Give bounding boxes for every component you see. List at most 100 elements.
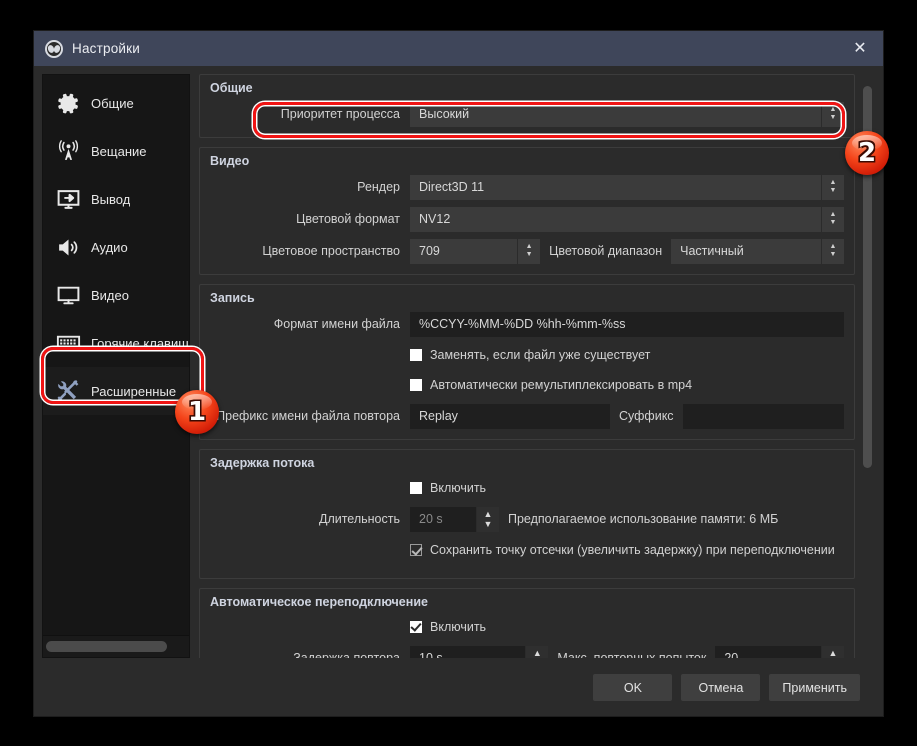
keyboard-icon: [55, 330, 81, 356]
row-color-format: Цветовой формат NV12 ▲ ▼: [210, 206, 844, 232]
auto-reconnect-enable-checkbox[interactable]: [410, 621, 422, 633]
row-overwrite: Заменять, если файл уже существует: [210, 343, 844, 367]
sidebar-item-advanced[interactable]: Расширенные: [43, 367, 189, 415]
row-auto-remux: Автоматически ремультиплексировать в mp4: [210, 373, 844, 397]
sidebar-item-label: Вывод: [91, 191, 131, 207]
row-process-priority: Приоритет процесса Высокий ▲ ▼: [210, 101, 844, 127]
max-retries-input[interactable]: 20: [715, 645, 821, 658]
monitor-arrow-icon: [55, 186, 81, 212]
auto-remux-label: Автоматически ремультиплексировать в mp4: [430, 378, 693, 392]
group-title: Общие: [210, 81, 253, 95]
cancel-button[interactable]: Отмена: [681, 674, 761, 701]
settings-main-pane: Общие Приоритет процесса Высокий ▲ ▼ Виде…: [199, 74, 859, 658]
process-priority-dropdown-arrows[interactable]: ▲ ▼: [822, 101, 844, 127]
sidebar-item-label: Горячие клавиш: [91, 335, 189, 351]
row-filename-format: Формат имени файла %CCYY-%MM-%DD %hh-%mm…: [210, 311, 844, 337]
filename-format-input[interactable]: %CCYY-%MM-%DD %hh-%mm-%ss: [410, 311, 844, 337]
window-title: Настройки: [72, 41, 140, 56]
stream-delay-duration-input[interactable]: 20 s: [410, 506, 476, 532]
row-renderer: Рендер Direct3D 11 ▲ ▼: [210, 174, 844, 200]
color-space-select[interactable]: 709: [410, 238, 518, 264]
sidebar-item-label: Вещание: [91, 143, 147, 159]
overwrite-label: Заменять, если файл уже существует: [430, 348, 651, 362]
stream-delay-enable-label: Включить: [430, 481, 487, 495]
group-title: Задержка потока: [210, 456, 315, 470]
renderer-select[interactable]: Direct3D 11: [410, 174, 821, 200]
color-format-label: Цветовой формат: [296, 212, 400, 226]
annotation-marker-1: 1: [175, 390, 219, 434]
obs-logo-icon: [45, 39, 63, 58]
group-title: Запись: [210, 291, 255, 305]
row-auto-reconnect-delays: Задержка повтора 10 s ▲▼ Макс. повторных…: [210, 645, 844, 658]
sidebar-item-video[interactable]: Видео: [43, 271, 189, 319]
sidebar-horizontal-scrollbar[interactable]: [43, 635, 189, 657]
replay-prefix-label: Префикс имени файла повтора: [216, 409, 400, 423]
replay-prefix-input[interactable]: Replay: [410, 403, 610, 429]
sidebar-item-general[interactable]: Общие: [43, 79, 189, 127]
broadcast-tower-icon: [55, 138, 81, 164]
group-video: Видео Рендер Direct3D 11 ▲ ▼ Цветовой фор…: [199, 147, 855, 275]
settings-window: Настройки ✕ Общие Вещание Вывод Аудио Ви…: [33, 30, 884, 717]
group-recording: Запись Формат имени файла %CCYY-%MM-%DD …: [199, 284, 855, 440]
stream-delay-preserve-checkbox[interactable]: [410, 544, 422, 556]
filename-format-label: Формат имени файла: [273, 317, 400, 331]
row-stream-delay-preserve: Сохранить точку отсечки (увеличить задер…: [210, 538, 844, 562]
stream-delay-duration-stepper[interactable]: ▲ ▼: [477, 506, 499, 532]
settings-sidebar: Общие Вещание Вывод Аудио Видео Горячие …: [42, 74, 190, 658]
row-replay-prefix: Префикс имени файла повтора Replay Суффи…: [210, 403, 844, 429]
process-priority-label: Приоритет процесса: [280, 107, 400, 121]
title-bar: Настройки ✕: [34, 31, 883, 66]
stream-delay-memory-note: Предполагаемое использование памяти: 6 М…: [508, 512, 779, 526]
overwrite-checkbox[interactable]: [410, 349, 422, 361]
marker-2-number: 2: [857, 138, 877, 168]
sidebar-item-audio[interactable]: Аудио: [43, 223, 189, 271]
color-range-label: Цветовой диапазон: [549, 244, 663, 258]
close-icon[interactable]: ✕: [837, 31, 883, 66]
sidebar-item-label: Общие: [91, 95, 134, 111]
monitor-icon: [55, 282, 81, 308]
speaker-icon: [55, 234, 81, 260]
replay-suffix-input[interactable]: [682, 403, 844, 429]
max-retries-label: Макс. повторных попыток: [557, 651, 707, 658]
wrench-screwdriver-icon: [55, 378, 81, 404]
renderer-label: Рендер: [357, 180, 400, 194]
auto-remux-checkbox[interactable]: [410, 379, 422, 391]
retry-delay-label: Задержка повтора: [293, 651, 400, 658]
sidebar-item-output[interactable]: Вывод: [43, 175, 189, 223]
ok-button[interactable]: OK: [593, 674, 673, 701]
color-format-dropdown-arrows[interactable]: ▲ ▼: [822, 206, 844, 232]
stream-delay-duration-label: Длительность: [318, 512, 400, 526]
stream-delay-preserve-label: Сохранить точку отсечки (увеличить задер…: [430, 543, 835, 557]
apply-button[interactable]: Применить: [769, 674, 860, 701]
auto-reconnect-enable-label: Включить: [430, 620, 487, 634]
sidebar-item-label: Аудио: [91, 239, 128, 255]
process-priority-select[interactable]: Высокий: [410, 101, 821, 127]
sidebar-item-stream[interactable]: Вещание: [43, 127, 189, 175]
stream-delay-enable-checkbox[interactable]: [410, 482, 422, 494]
renderer-dropdown-arrows[interactable]: ▲ ▼: [822, 174, 844, 200]
row-auto-reconnect-enable: Включить: [210, 615, 844, 639]
replay-suffix-label: Суффикс: [619, 409, 674, 423]
color-space-label: Цветовое пространство: [262, 244, 400, 258]
sidebar-list: Общие Вещание Вывод Аудио Видео Горячие …: [43, 75, 189, 635]
group-title: Автоматическое переподключение: [210, 595, 428, 609]
gear-icon: [55, 90, 81, 116]
scrollbar-thumb[interactable]: [46, 641, 167, 652]
color-space-dropdown-arrows[interactable]: ▲ ▼: [518, 238, 541, 264]
color-range-dropdown-arrows[interactable]: ▲ ▼: [822, 238, 844, 264]
row-stream-delay-enable: Включить: [210, 476, 844, 500]
retry-delay-stepper[interactable]: ▲▼: [526, 645, 549, 658]
group-auto-reconnect: Автоматическое переподключение Включить …: [199, 588, 855, 658]
row-stream-delay-duration: Длительность 20 s ▲ ▼ Предполагаемое испо…: [210, 506, 844, 532]
sidebar-item-label: Расширенные: [91, 383, 177, 399]
color-range-select[interactable]: Частичный: [671, 238, 821, 264]
sidebar-item-label: Видео: [91, 287, 129, 303]
marker-1-number: 1: [187, 397, 207, 427]
row-color-space: Цветовое пространство 709 ▲ ▼ Цветовой ди…: [210, 238, 844, 264]
color-format-select[interactable]: NV12: [410, 206, 821, 232]
max-retries-stepper[interactable]: ▲▼: [822, 645, 844, 658]
annotation-marker-2: 2: [845, 131, 889, 175]
sidebar-item-hotkeys[interactable]: Горячие клавиш: [43, 319, 189, 367]
retry-delay-input[interactable]: 10 s: [410, 645, 526, 658]
dialog-footer: OK Отмена Применить: [34, 658, 883, 716]
